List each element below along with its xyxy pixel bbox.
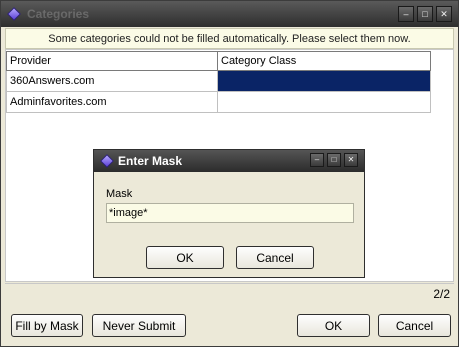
category-grid: Provider Category Class 360Answers.com A… <box>6 51 431 113</box>
enter-mask-dialog: Enter Mask – □ ✕ Mask OK Cancel <box>93 149 365 278</box>
fill-by-mask-button[interactable]: Fill by Mask <box>11 314 83 337</box>
provider-cell[interactable]: 360Answers.com <box>6 71 218 92</box>
info-message: Some categories could not be filled auto… <box>48 32 411 45</box>
window-titlebar[interactable]: Categories – □ ✕ <box>1 1 458 27</box>
status-bar: 2/2 <box>5 283 454 303</box>
categories-window: Categories – □ ✕ Some categories could n… <box>0 0 459 347</box>
dialog-close-button[interactable]: ✕ <box>344 153 358 167</box>
dialog-titlebar[interactable]: Enter Mask – □ ✕ <box>94 150 364 172</box>
never-submit-button[interactable]: Never Submit <box>92 314 186 337</box>
category-class-cell[interactable] <box>218 71 431 92</box>
dialog-title: Enter Mask <box>118 154 183 168</box>
provider-cell[interactable]: Adminfavorites.com <box>6 92 218 113</box>
dialog-maximize-button[interactable]: □ <box>327 153 341 167</box>
category-class-cell[interactable] <box>218 92 431 113</box>
grid-header: Provider Category Class <box>6 51 431 71</box>
table-row[interactable]: Adminfavorites.com <box>6 92 431 113</box>
page-indicator: 2/2 <box>433 287 450 301</box>
app-cube-icon <box>7 7 21 21</box>
maximize-button[interactable]: □ <box>417 6 433 22</box>
app-cube-icon <box>100 154 114 168</box>
ok-button[interactable]: OK <box>297 314 370 337</box>
dialog-cancel-button[interactable]: Cancel <box>236 246 314 269</box>
minimize-button[interactable]: – <box>398 6 414 22</box>
dialog-ok-button[interactable]: OK <box>146 246 224 269</box>
table-row[interactable]: 360Answers.com <box>6 71 431 92</box>
mask-label: Mask <box>106 188 133 200</box>
info-message-bar: Some categories could not be filled auto… <box>5 28 454 49</box>
column-header-category-class[interactable]: Category Class <box>218 51 431 71</box>
close-button[interactable]: ✕ <box>436 6 452 22</box>
window-title: Categories <box>27 7 90 21</box>
mask-input[interactable] <box>106 203 354 223</box>
cancel-button[interactable]: Cancel <box>378 314 451 337</box>
column-header-provider[interactable]: Provider <box>6 51 218 71</box>
dialog-minimize-button[interactable]: – <box>310 153 324 167</box>
